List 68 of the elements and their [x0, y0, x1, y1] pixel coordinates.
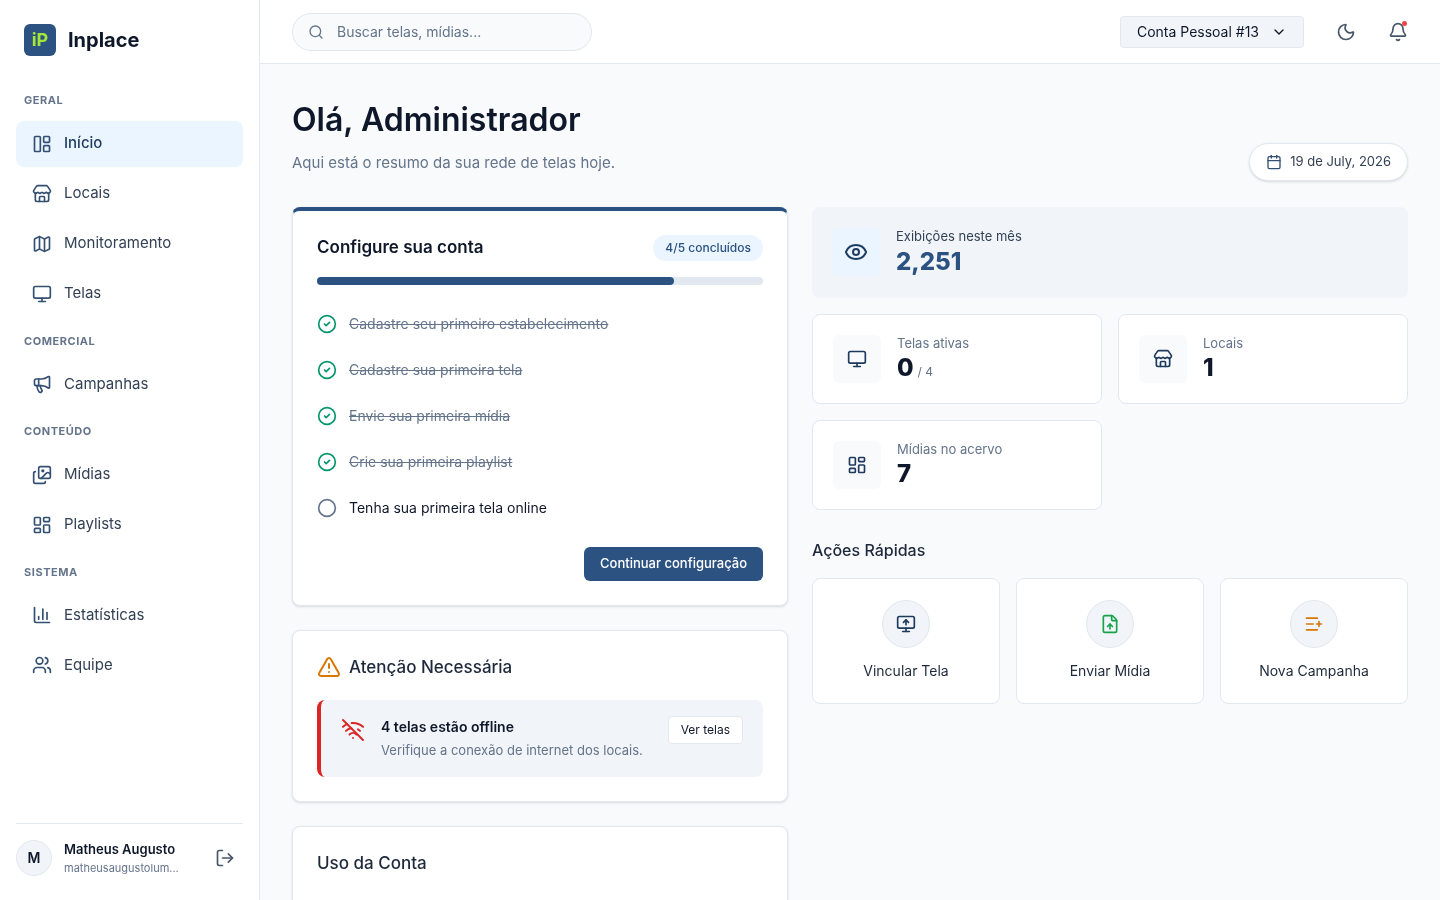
quick-action-button[interactable]: Vincular Tela	[812, 577, 1000, 704]
sidebar-item[interactable]: Campanhas	[16, 361, 243, 407]
sidebar-item[interactable]: Locais	[16, 170, 243, 217]
stat-value: 1	[1203, 353, 1214, 384]
chart-icon	[32, 605, 52, 625]
step-label: Envie sua primeira mídia	[349, 406, 511, 426]
card-title: Uso da Conta	[317, 851, 428, 875]
logout-icon[interactable]	[215, 848, 235, 868]
sidebar-item[interactable]: Equipe	[16, 642, 243, 688]
page-title: Olá, Administrador	[292, 100, 582, 140]
sidebar-item[interactable]: Telas	[16, 270, 243, 317]
stat-value: 2,251	[896, 246, 963, 277]
calendar-icon	[1266, 153, 1283, 170]
user-name: Matheus Augusto	[64, 840, 177, 859]
warning-icon	[317, 655, 341, 680]
sidebar-item[interactable]: Playlists	[16, 501, 243, 548]
quick-action-button[interactable]: Enviar Mídia	[1016, 577, 1204, 704]
stat-label: Exibições neste mês	[896, 227, 1022, 247]
user-email: matheusaugustolum...	[64, 859, 180, 876]
date-chip: 19 de July, 2026	[1249, 142, 1408, 181]
stat-label: Mídias no acervo	[897, 439, 1003, 459]
sidebar-item[interactable]: Monitoramento	[16, 220, 243, 267]
store-icon	[1153, 348, 1173, 369]
stat-value: 7	[897, 459, 912, 490]
section-title: COMERCIAL	[23, 332, 97, 349]
megaphone-icon	[32, 374, 52, 394]
alert-title: 4 telas estão offline	[381, 717, 515, 737]
page-subtitle: Aqui está o resumo da sua rede de telas hoje.	[292, 152, 615, 174]
quick-action-button[interactable]: Nova Campanha	[1220, 577, 1408, 704]
section-title: GERAL	[23, 92, 65, 109]
progress-badge: 4/5 concluídos	[653, 234, 763, 261]
continue-button[interactable]: Continuar configuração	[584, 546, 763, 581]
notification-icon[interactable]	[1388, 21, 1408, 42]
stat-label: Telas ativas	[897, 333, 970, 353]
account-select[interactable]: Conta Pessoal #13	[1119, 15, 1304, 48]
step-label: Cadastre seu primeiro estabelecimento	[349, 314, 609, 334]
layout-icon	[32, 514, 52, 535]
step-label: Cadastre sua primeira tela	[349, 360, 523, 380]
search-field[interactable]: Buscar telas, mídias...	[292, 12, 592, 51]
monitor-icon	[847, 348, 867, 369]
wifi-off-icon	[341, 718, 365, 742]
sidebar-item[interactable]: Estatísticas	[16, 592, 243, 638]
logo: iP	[24, 24, 56, 56]
card-title: Configure sua conta	[317, 235, 484, 259]
section-title: SISTEMA	[23, 563, 79, 580]
search-icon	[308, 23, 324, 40]
section-title: CONTEÚDO	[23, 423, 93, 440]
avatar: M	[16, 840, 52, 876]
map-icon	[32, 233, 52, 254]
sidebar-item[interactable]: Início	[16, 120, 243, 167]
step-label: Crie sua primeira playlist	[349, 452, 513, 472]
stat-total: / 4	[917, 363, 934, 382]
moon-icon[interactable]	[1336, 21, 1356, 42]
layout-icon	[847, 454, 867, 475]
stat-value: 0	[897, 353, 914, 384]
alert-message: Verifique a conexão de internet dos locais.	[381, 741, 644, 760]
brand-name: Inplace	[68, 27, 140, 54]
users-icon	[32, 655, 52, 675]
store-icon	[32, 183, 52, 204]
stat-label: Locais	[1203, 333, 1243, 353]
monitor-icon	[32, 283, 52, 304]
step-label: Tenha sua primeira tela online	[349, 498, 547, 518]
sidebar-item[interactable]: Mídias	[16, 451, 243, 498]
section-title: Ações Rápidas	[812, 538, 927, 562]
card-title: Atenção Necessária	[349, 655, 513, 679]
images-icon	[32, 464, 52, 485]
layout-icon	[32, 133, 52, 154]
view-screens-button[interactable]: Ver telas	[667, 716, 743, 744]
